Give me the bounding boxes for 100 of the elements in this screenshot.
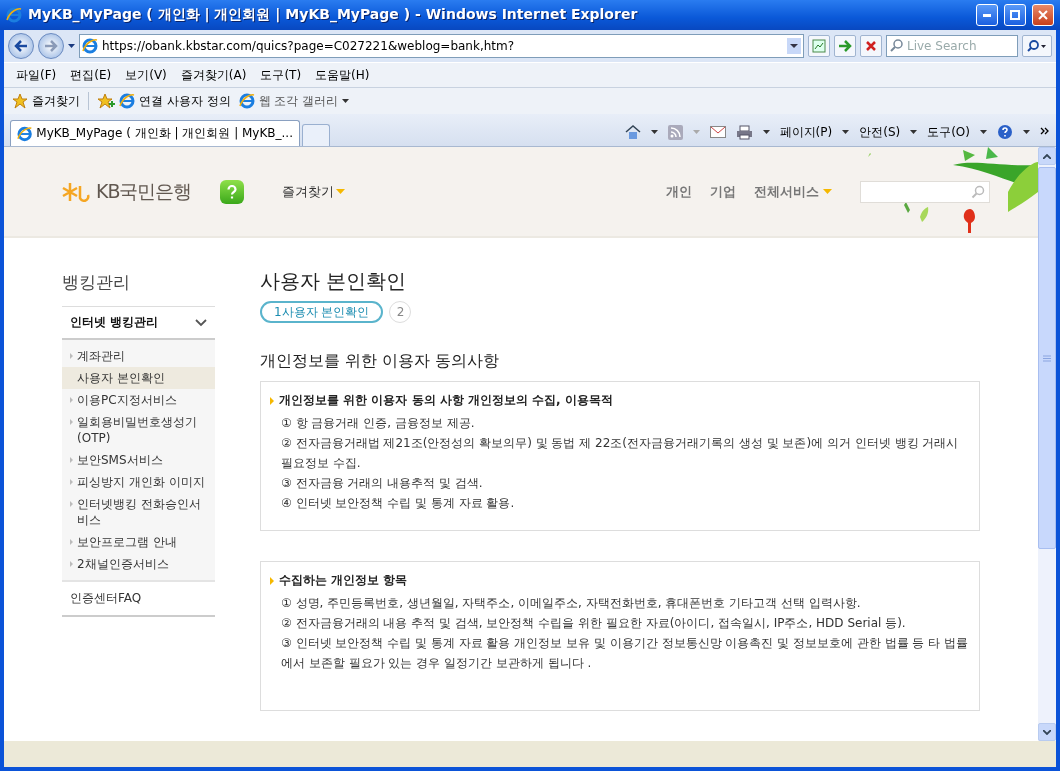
nav-link[interactable]: 기업 bbox=[710, 182, 736, 201]
browser-tab[interactable]: MyKB_MyPage ( 개인화 | 개인회원 | MyKB_... bbox=[10, 120, 300, 146]
scroll-thumb[interactable] bbox=[1038, 167, 1056, 549]
section-heading: 개인정보를 위한 이용자 동의사항 bbox=[260, 351, 501, 372]
stop-button[interactable] bbox=[860, 35, 882, 57]
back-arrow-icon bbox=[14, 40, 28, 52]
info-text: ② 전자금융거래의 내용 추적 및 검색, 보안정책 수립을 위한 필요한 자료(아이디, 접속일시, IP주소, HDD Serial 등). bbox=[280, 615, 907, 632]
search-field[interactable]: Live Search bbox=[886, 35, 1018, 57]
sidebar-item[interactable]: 일회용비밀번호생성기(OTP) bbox=[62, 411, 215, 449]
sidebar-item[interactable]: 이용PC지정서비스 bbox=[62, 389, 215, 411]
caret-icon bbox=[842, 130, 850, 134]
caret-icon bbox=[335, 189, 345, 194]
box-title: 개인정보를 위한 이용자 동의 사항 개인정보의 수집, 이용목적 bbox=[279, 392, 613, 409]
help-icon[interactable] bbox=[997, 124, 1013, 140]
back-button[interactable] bbox=[8, 33, 34, 59]
window-title: MyKB_MyPage ( 개인화 | 개인회원 | MyKB_MyPage ) - Windows Internet Explorer bbox=[28, 6, 639, 24]
caret-icon bbox=[823, 189, 832, 194]
sidebar-item[interactable]: 보안프로그램 안내 bbox=[62, 531, 215, 553]
search-button[interactable] bbox=[1022, 35, 1052, 57]
minimize-icon bbox=[983, 13, 991, 17]
caret-icon bbox=[1023, 130, 1030, 134]
sidebar-item[interactable]: 2채널인증서비스 bbox=[62, 553, 215, 575]
section-toggle[interactable]: 인터넷 뱅킹관리 bbox=[62, 306, 215, 340]
favorites-link[interactable]: 즐겨찾기 bbox=[32, 92, 80, 110]
caret-icon bbox=[650, 130, 658, 134]
forward-arrow-icon bbox=[44, 40, 58, 52]
chevron-icon bbox=[195, 318, 207, 327]
info-text: ③ 인터넷 보안정책 수립 및 통계 자료 활용 개인정보 보유 및 이용기간 정보통신망 이용촉진 및 정보보호에 관한 법률 등 타 법률에서 보존할 필요가 있는 경우 일정기간 보관하게 됩니다 . bbox=[280, 635, 970, 672]
maximize-button[interactable] bbox=[1004, 4, 1026, 26]
bullet-icon bbox=[70, 501, 73, 507]
caret-icon bbox=[762, 130, 770, 134]
favorites-link[interactable]: 웹 조각 갤러리 bbox=[258, 92, 339, 110]
bullet-icon bbox=[70, 397, 73, 403]
dropdown-icon[interactable] bbox=[787, 38, 801, 54]
sidebar-item[interactable]: 사용자 본인확인 bbox=[62, 367, 215, 389]
caret-icon bbox=[692, 130, 700, 134]
scroll-down-button[interactable] bbox=[1038, 723, 1056, 741]
maximize-icon bbox=[1010, 10, 1020, 20]
page-title: 사용자 본인확인 bbox=[260, 268, 408, 295]
favorites-link[interactable]: 연결 사용자 정의 bbox=[139, 92, 231, 110]
nav-link[interactable]: 전체서비스 bbox=[754, 182, 819, 201]
chart-icon bbox=[812, 39, 826, 53]
close-icon bbox=[1038, 10, 1048, 20]
bank-logo-text: KB국민은행 bbox=[96, 178, 192, 204]
step-indicator: 1사용자 본인확인 bbox=[260, 301, 384, 323]
info-text: ② 전자금융거래법 제21조(안정성의 확보의무) 및 동법 제 22조(전자금융거래기록의 생성 및 보존)에 의거 인터넷 뱅킹 거래시 필요정보 수집. bbox=[280, 435, 960, 472]
search-icon bbox=[890, 39, 903, 52]
info-text: ④ 인터넷 보안정책 수립 및 통계 자료 활용. bbox=[280, 495, 516, 512]
scrollbar[interactable] bbox=[1038, 147, 1056, 741]
add-favorite-icon bbox=[97, 93, 115, 109]
box-title: 수집하는 개인정보 항목 bbox=[279, 572, 408, 589]
bullet-icon bbox=[270, 576, 274, 585]
sidebar-item[interactable]: 인터넷뱅킹 전화승인서비스 bbox=[62, 493, 215, 531]
ie-icon bbox=[6, 7, 22, 23]
help-button[interactable] bbox=[219, 179, 244, 204]
menu-item[interactable]: 편집(E) bbox=[66, 64, 116, 86]
logo-icon bbox=[62, 181, 92, 202]
command-menu[interactable]: 도구(O) bbox=[927, 123, 970, 141]
menu-item[interactable]: 파일(F) bbox=[12, 64, 61, 86]
question-icon bbox=[226, 184, 237, 199]
info-text: ① 성명, 주민등록번호, 생년월일, 자택주소, 이메일주소, 자택전화번호, 휴대폰번호 기타고객 선택 입력사항. bbox=[280, 595, 862, 612]
favorites-menu[interactable]: 즐겨찾기 bbox=[281, 182, 334, 201]
sidebar-item[interactable]: 피싱방지 개인화 이미지 bbox=[62, 471, 215, 493]
chevron-icon[interactable] bbox=[1040, 127, 1050, 137]
page-icon bbox=[238, 93, 255, 109]
address-field[interactable]: https://obank.kbstar.com/quics?page=C027221&weblog=bank,htm? bbox=[79, 34, 804, 58]
scroll-up-button[interactable] bbox=[1038, 147, 1056, 165]
bullet-icon bbox=[70, 479, 73, 485]
mail-icon[interactable] bbox=[709, 126, 726, 138]
home-icon[interactable] bbox=[624, 124, 641, 140]
sidebar-item[interactable]: 보안SMS서비스 bbox=[62, 449, 215, 471]
close-button[interactable] bbox=[1032, 4, 1054, 26]
bullet-icon bbox=[70, 419, 73, 425]
bullet-icon bbox=[270, 396, 274, 405]
sidebar-title: 뱅킹관리 bbox=[62, 271, 131, 294]
bullet-icon bbox=[70, 353, 73, 359]
caret-icon bbox=[980, 130, 987, 134]
info-text: ① 항 금융거래 인증, 금융정보 제공. bbox=[280, 415, 476, 432]
sidebar-link[interactable]: 인증센터FAQ bbox=[62, 582, 215, 617]
menu-item[interactable]: 즐겨찾기(A) bbox=[176, 64, 251, 86]
arrow-icon bbox=[838, 40, 852, 52]
site-search-field[interactable] bbox=[860, 180, 990, 203]
minimize-button[interactable] bbox=[976, 4, 998, 26]
menu-item[interactable]: 도움말(H) bbox=[311, 64, 374, 86]
search-icon bbox=[1027, 40, 1047, 52]
ie-icon bbox=[17, 125, 33, 142]
page-icon bbox=[82, 38, 98, 54]
menu-item[interactable]: 보기(V) bbox=[121, 64, 171, 86]
compatibility-button[interactable] bbox=[808, 35, 830, 57]
info-text: ③ 전자금융 거래의 내용추적 및 검색. bbox=[280, 475, 484, 492]
nav-link[interactable]: 개인 bbox=[666, 182, 692, 201]
menu-item[interactable]: 도구(T) bbox=[256, 64, 306, 86]
printer-icon[interactable] bbox=[735, 124, 753, 140]
sidebar-item[interactable]: 계좌관리 bbox=[62, 345, 215, 367]
caret-icon bbox=[68, 44, 75, 48]
star-icon bbox=[12, 93, 28, 109]
go-button[interactable] bbox=[834, 35, 856, 57]
command-menu[interactable]: 안전(S) bbox=[859, 123, 901, 141]
command-menu[interactable]: 페이지(P) bbox=[779, 123, 833, 141]
bullet-icon bbox=[70, 561, 73, 567]
